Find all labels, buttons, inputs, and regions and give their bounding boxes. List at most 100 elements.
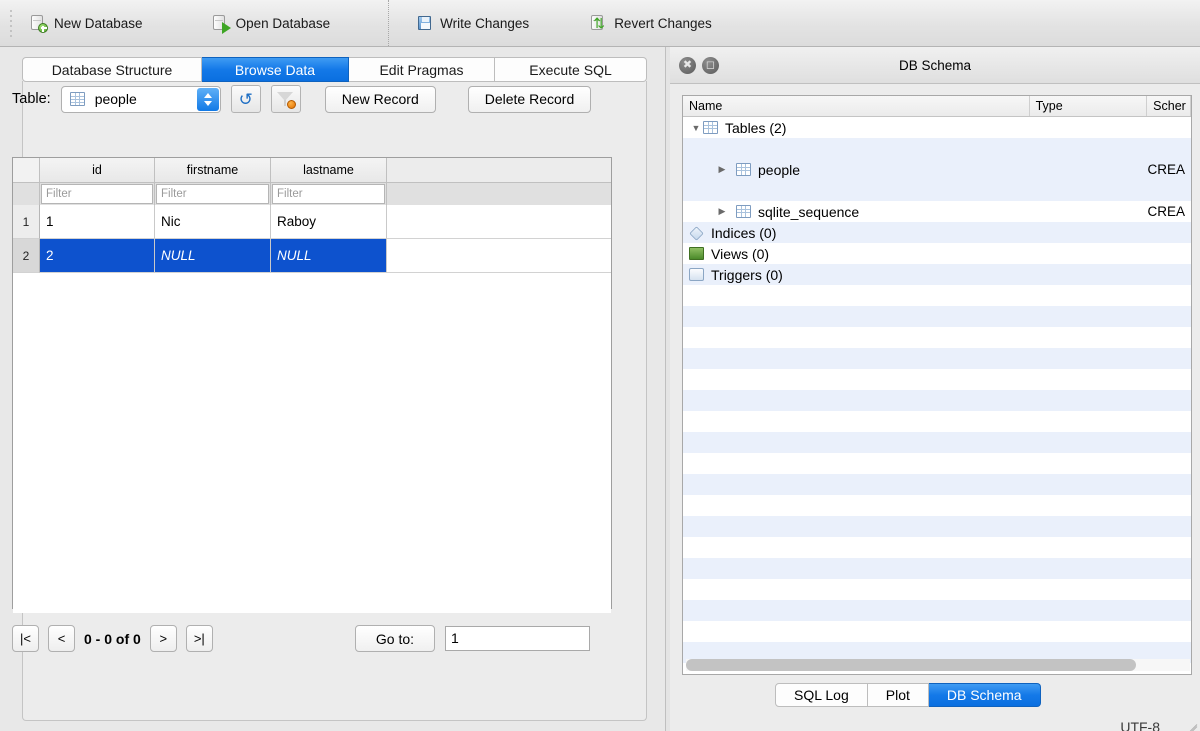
clear-filters-button[interactable]	[270, 85, 301, 113]
filter-input-lastname[interactable]: Filter	[272, 184, 385, 204]
schema-tree: Name Type Scher ▼ Tables (2) ▶ people CR…	[682, 95, 1192, 675]
tree-item-people[interactable]: ▶ people CREA	[683, 159, 1191, 180]
tree-item-schema: CREA	[1147, 162, 1185, 177]
trigger-icon	[689, 268, 704, 281]
bottom-tab-bar: SQL Log Plot DB Schema	[775, 683, 1041, 707]
goto-button[interactable]: Go to:	[355, 625, 435, 652]
table-row[interactable]: 2 2 NULL NULL	[13, 239, 611, 273]
tab-edit-pragmas[interactable]: Edit Pragmas	[349, 57, 495, 82]
tree-item-label: people	[758, 161, 801, 178]
close-icon[interactable]: ✖	[679, 56, 696, 74]
toolbar-drag-handle[interactable]	[3, 0, 19, 47]
record-range-label: 0 - 0 of 0	[84, 630, 141, 647]
resize-grip[interactable]	[1183, 714, 1198, 731]
dock-title: DB Schema	[898, 57, 972, 73]
table-select[interactable]: people	[60, 85, 221, 113]
tab-db-schema[interactable]: DB Schema	[928, 683, 1041, 707]
new-record-button[interactable]: New Record	[324, 85, 436, 113]
cell-id[interactable]: 2	[40, 239, 155, 273]
tree-item-label: Indices (0)	[711, 224, 777, 241]
tree-spacer-row	[683, 180, 1191, 201]
delete-record-button[interactable]: Delete Record	[467, 85, 592, 113]
write-changes-label: Write Changes	[440, 15, 530, 31]
db-schema-dock: ✖ ◻ DB Schema Name Type Scher ▼ Tables (…	[670, 47, 1200, 731]
refresh-icon: ↺	[238, 89, 253, 109]
column-header-id[interactable]: id	[40, 158, 155, 183]
grid-empty-area[interactable]	[13, 273, 611, 613]
cell-lastname[interactable]: NULL	[271, 239, 387, 273]
row-filler	[387, 205, 611, 239]
tree-item-label: sqlite_sequence	[758, 203, 860, 220]
write-changes-icon	[415, 14, 434, 33]
filter-input-id[interactable]: Filter	[41, 184, 153, 204]
row-header[interactable]: 2	[13, 239, 40, 273]
tree-item-label: Triggers (0)	[711, 266, 783, 283]
filter-input-firstname[interactable]: Filter	[156, 184, 269, 204]
column-header-firstname[interactable]: firstname	[155, 158, 271, 183]
pagination-bar: |< < 0 - 0 of 0 > >|	[12, 625, 213, 652]
first-page-button[interactable]: |<	[12, 625, 39, 652]
scrollbar-thumb[interactable]	[686, 659, 1136, 671]
filter-filler	[387, 183, 611, 205]
grid-corner	[13, 158, 40, 183]
tab-database-structure[interactable]: Database Structure	[22, 57, 202, 82]
tab-sql-log[interactable]: SQL Log	[775, 683, 868, 707]
tab-browse-data[interactable]: Browse Data	[202, 57, 349, 82]
open-database-icon	[211, 14, 231, 34]
last-page-button[interactable]: >|	[185, 625, 213, 652]
open-database-button[interactable]: Open Database	[201, 5, 341, 41]
tab-plot[interactable]: Plot	[867, 683, 929, 707]
revert-changes-label: Revert Changes	[614, 15, 712, 31]
chevron-right-icon[interactable]: ▶	[715, 206, 729, 217]
revert-changes-button[interactable]: ⇅ Revert Changes	[579, 5, 722, 41]
dock-header: ✖ ◻ DB Schema	[670, 47, 1200, 84]
cell-id[interactable]: 1	[40, 205, 155, 239]
row-filler	[387, 239, 611, 273]
filter-corner	[13, 183, 40, 205]
cell-firstname[interactable]: NULL	[155, 239, 271, 273]
index-icon	[689, 226, 704, 239]
refresh-button[interactable]: ↺	[230, 85, 261, 113]
data-grid-header: id firstname lastname	[13, 158, 611, 183]
table-icon	[69, 92, 85, 106]
tree-item-views[interactable]: Views (0)	[683, 243, 1191, 264]
table-row[interactable]: 1 1 Nic Raboy	[13, 205, 611, 239]
tree-empty-rows	[683, 285, 1191, 674]
tree-item-tables[interactable]: ▼ Tables (2)	[683, 117, 1191, 138]
table-label: Table:	[12, 91, 51, 107]
goto-input[interactable]: 1	[445, 626, 590, 651]
cell-firstname[interactable]: Nic	[155, 205, 271, 239]
tab-execute-sql[interactable]: Execute SQL	[495, 57, 647, 82]
undock-icon[interactable]: ◻	[702, 56, 719, 74]
tree-item-sqlite-sequence[interactable]: ▶ sqlite_sequence CREA	[683, 201, 1191, 222]
next-page-button[interactable]: >	[149, 625, 177, 652]
schema-column-schema[interactable]: Scher	[1147, 96, 1191, 116]
tree-item-label: Views (0)	[711, 245, 770, 262]
cell-lastname[interactable]: Raboy	[271, 205, 387, 239]
new-database-button[interactable]: New Database	[19, 5, 153, 41]
schema-column-type[interactable]: Type	[1030, 96, 1148, 116]
schema-tree-header: Name Type Scher	[683, 96, 1191, 117]
prev-page-button[interactable]: <	[48, 625, 75, 652]
revert-changes-icon: ⇅	[591, 14, 605, 31]
tree-spacer-row	[683, 138, 1191, 159]
toolbar-separator	[388, 0, 390, 46]
view-icon	[689, 247, 704, 260]
tree-item-indices[interactable]: Indices (0)	[683, 222, 1191, 243]
tree-item-triggers[interactable]: Triggers (0)	[683, 264, 1191, 285]
table-select-value: people	[94, 91, 137, 107]
schema-column-name[interactable]: Name	[683, 96, 1030, 116]
column-header-lastname[interactable]: lastname	[271, 158, 387, 183]
tree-item-schema: CREA	[1147, 204, 1185, 219]
left-panel: Database Structure Browse Data Edit Prag…	[0, 47, 665, 731]
tree-item-label: Tables (2)	[725, 119, 787, 136]
write-changes-button[interactable]: Write Changes	[405, 5, 539, 41]
table-select-stepper[interactable]	[196, 87, 219, 111]
table-selector-row: Table: people ↺ New Record Delete Record	[12, 85, 592, 113]
row-header[interactable]: 1	[13, 205, 40, 239]
chevron-right-icon[interactable]: ▶	[715, 164, 729, 175]
horizontal-scrollbar[interactable]	[686, 659, 1190, 671]
new-database-label: New Database	[54, 15, 143, 31]
chevron-down-icon[interactable]: ▼	[689, 123, 703, 133]
encoding-label: UTF-8	[1120, 719, 1160, 731]
